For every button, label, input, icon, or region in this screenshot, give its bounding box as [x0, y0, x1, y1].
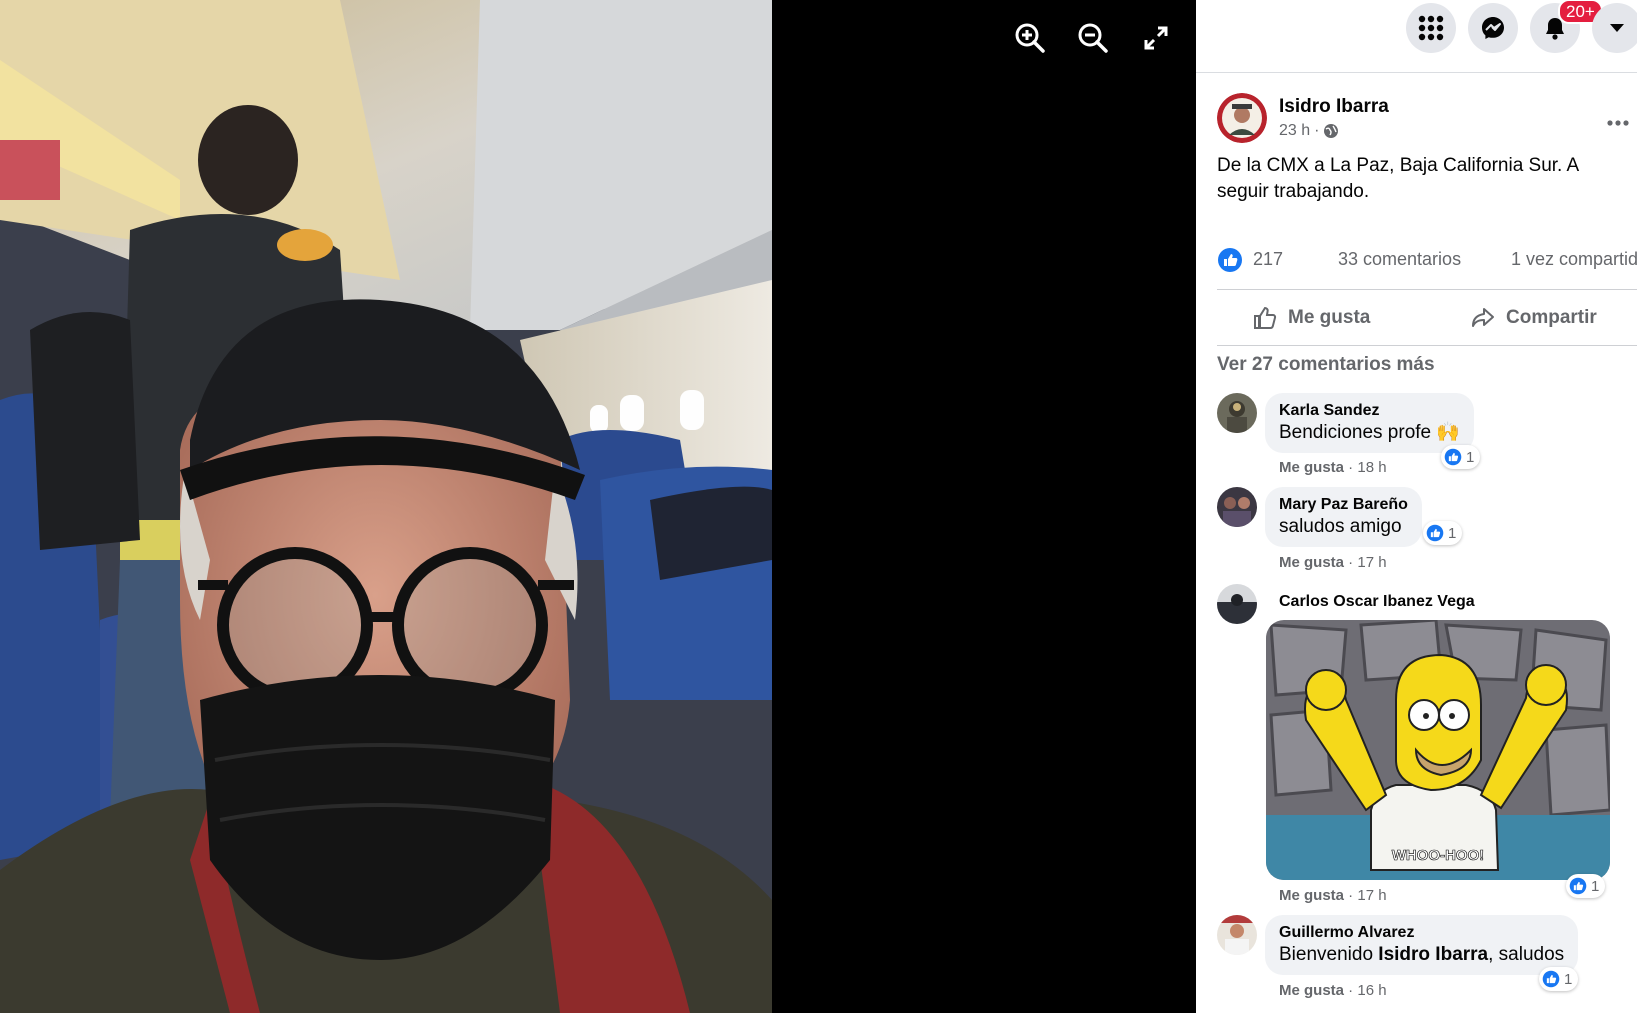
comment-meta: Me gusta · 16 h: [1279, 982, 1387, 999]
reaction-count: 1: [1466, 448, 1475, 466]
comment-time[interactable]: 17 h: [1357, 887, 1386, 904]
like-reaction-icon: [1542, 970, 1560, 988]
comment-bubble: Karla Sandez Bendiciones profe 🙌: [1265, 393, 1475, 453]
view-more-comments-link[interactable]: Ver 27 comentarios más: [1217, 354, 1435, 376]
like-reaction-icon: [1426, 524, 1444, 542]
zoom-in-button[interactable]: [1012, 20, 1048, 56]
comment-text-start: Bienvenido: [1279, 944, 1379, 965]
zoom-out-button[interactable]: [1075, 20, 1111, 56]
comment-text: Bendiciones profe 🙌: [1279, 422, 1461, 443]
fullscreen-icon: [1144, 26, 1168, 50]
comment-text: saludos amigo: [1279, 516, 1402, 537]
top-bar: 20+: [1196, 0, 1637, 73]
commenter-avatar[interactable]: [1217, 915, 1257, 955]
comment-bubble: Mary Paz Bareño saludos amigo: [1265, 487, 1422, 547]
gif-comment-reactions[interactable]: 1: [1566, 874, 1606, 898]
account-menu-button[interactable]: [1592, 3, 1637, 53]
comment-meta: Me gusta · 18 h: [1279, 459, 1387, 476]
grid-menu-icon: [1418, 15, 1444, 41]
author-avatar[interactable]: [1217, 93, 1267, 143]
zoom-in-icon: [1015, 23, 1045, 53]
commenter-name[interactable]: Guillermo Alvarez: [1279, 923, 1564, 943]
comment-gif[interactable]: WHOO-HOO!: [1266, 620, 1610, 880]
comment-meta: Me gusta · 17 h: [1279, 554, 1387, 571]
comment-reactions[interactable]: 1: [1539, 967, 1579, 991]
messenger-icon: [1482, 17, 1504, 39]
comment-time[interactable]: 17 h: [1357, 554, 1386, 571]
commenter-avatar[interactable]: [1217, 487, 1257, 527]
like-reaction-icon[interactable]: [1217, 247, 1243, 273]
reaction-count: 1: [1591, 877, 1600, 895]
like-button[interactable]: Me gusta: [1252, 290, 1370, 345]
photo-viewer: [0, 0, 1196, 1013]
post-stats: 217 33 comentarios 1 vez compartido: [1217, 247, 1637, 273]
like-reaction-icon: [1569, 877, 1587, 895]
post-actions: Me gusta Compartir: [1217, 289, 1637, 346]
commenter-avatar[interactable]: [1217, 393, 1257, 433]
comment-reactions[interactable]: 1: [1441, 445, 1481, 469]
more-options-button[interactable]: [1607, 106, 1629, 132]
post-text: De la CMX a La Paz, Baja California Sur.…: [1217, 155, 1579, 202]
like-reaction-icon: [1444, 448, 1462, 466]
comment-time[interactable]: 18 h: [1357, 459, 1386, 476]
comments-count[interactable]: 33 comentarios: [1338, 249, 1461, 270]
comment-meta: Me gusta · 17 h: [1279, 887, 1387, 904]
comment-like-link[interactable]: Me gusta: [1279, 554, 1344, 571]
commenter-name[interactable]: Karla Sandez: [1279, 401, 1460, 421]
comment-text: Bienvenido Isidro Ibarra, saludos: [1279, 943, 1564, 967]
comment-like-link[interactable]: Me gusta: [1279, 887, 1344, 904]
chevron-down-icon: [1610, 24, 1624, 32]
reaction-count: 1: [1564, 970, 1573, 988]
commenter-name[interactable]: Carlos Oscar Ibanez Vega: [1279, 592, 1475, 612]
reaction-count: 1: [1448, 524, 1457, 542]
share-icon: [1472, 307, 1494, 327]
thumbs-up-icon: [1254, 306, 1277, 329]
zoom-out-icon: [1078, 23, 1108, 53]
post-meta: 23 h ·: [1279, 122, 1339, 140]
menu-button[interactable]: [1406, 3, 1456, 53]
post-time[interactable]: 23 h: [1279, 122, 1310, 140]
commenter-avatar[interactable]: [1217, 584, 1257, 624]
globe-icon: [1324, 124, 1339, 138]
like-count[interactable]: 217: [1253, 249, 1283, 270]
comment-time[interactable]: 16 h: [1357, 982, 1386, 999]
more-icon: [1607, 120, 1629, 126]
commenter-name[interactable]: Mary Paz Bareño: [1279, 495, 1408, 515]
comment-like-link[interactable]: Me gusta: [1279, 459, 1344, 476]
author-name[interactable]: Isidro Ibarra: [1279, 96, 1389, 118]
like-button-label: Me gusta: [1288, 306, 1371, 328]
comment-like-link[interactable]: Me gusta: [1279, 982, 1344, 999]
share-button-label: Compartir: [1506, 306, 1597, 328]
post-photo[interactable]: [0, 0, 772, 1013]
meta-separator: ·: [1314, 122, 1320, 139]
gif-caption: WHOO-HOO!: [1392, 847, 1484, 864]
comment-reactions[interactable]: 1: [1423, 521, 1463, 545]
mention-tag[interactable]: Isidro Ibarra: [1378, 944, 1488, 965]
share-button[interactable]: Compartir: [1470, 290, 1597, 345]
fullscreen-button[interactable]: [1138, 20, 1174, 56]
messenger-button[interactable]: [1468, 3, 1518, 53]
comment-bubble: Guillermo Alvarez Bienvenido Isidro Ibar…: [1265, 915, 1579, 975]
notifications-button[interactable]: 20+: [1530, 0, 1603, 53]
shares-count[interactable]: 1 vez compartido: [1511, 249, 1637, 270]
comment-text-end: , saludos: [1488, 944, 1565, 965]
